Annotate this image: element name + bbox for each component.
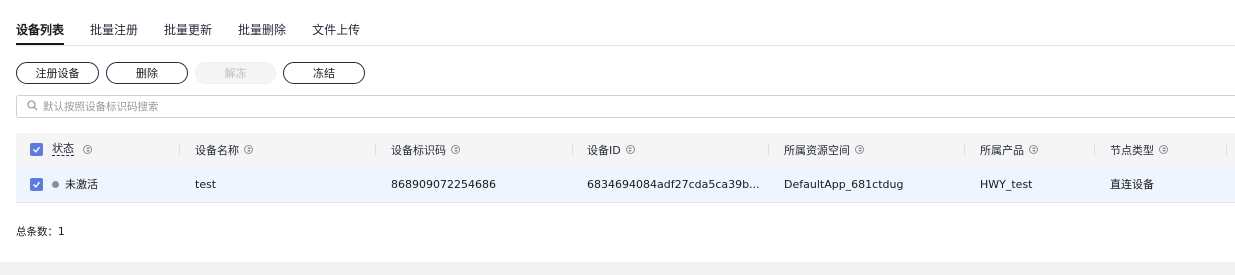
header-node-id-label: 设备标识码 — [391, 143, 446, 157]
tab-divider — [16, 45, 1235, 46]
table-row[interactable]: 未激活 test 868909072254686 6834694084adf27… — [16, 166, 1235, 203]
column-divider — [375, 143, 376, 156]
toolbar: 注册设备 删除 解冻 冻结 — [16, 62, 372, 84]
sort-icon[interactable] — [855, 145, 864, 154]
sort-icon[interactable] — [244, 145, 253, 154]
footer-bar — [0, 262, 1235, 275]
tab-file-upload[interactable]: 文件上传 — [312, 21, 360, 45]
header-device-name-label: 设备名称 — [195, 143, 239, 157]
tab-batch-register[interactable]: 批量注册 — [90, 21, 138, 45]
total-count: 总条数：1 — [16, 226, 65, 238]
unfreeze-button[interactable]: 解冻 — [195, 62, 276, 84]
search-icon — [27, 99, 43, 114]
sort-icon[interactable] — [1159, 145, 1168, 154]
column-divider — [1094, 143, 1095, 156]
sort-icon[interactable] — [1029, 145, 1038, 154]
freeze-button[interactable]: 冻结 — [283, 62, 365, 84]
column-divider — [572, 143, 573, 156]
header-device-id-label: 设备ID — [587, 143, 621, 157]
cell-node-id-link[interactable]: 868909072254686 — [391, 166, 496, 202]
cell-resource-space: DefaultApp_681ctdug — [784, 177, 904, 191]
cell-node-type: 直连设备 — [1110, 178, 1154, 191]
column-divider — [1226, 143, 1227, 156]
tab-device-list[interactable]: 设备列表 — [16, 21, 65, 45]
header-node-id: 设备标识码 — [391, 133, 460, 166]
row-checkbox[interactable] — [30, 177, 43, 191]
cell-product: HWY_test — [980, 177, 1033, 191]
check-icon — [33, 146, 41, 153]
header-status: 状态 — [30, 133, 92, 166]
sort-icon[interactable] — [83, 145, 92, 154]
status-dot-icon — [52, 180, 59, 188]
header-status-label: 状态 — [52, 142, 74, 156]
cell-device-id: 6834694084adf27cda5ca39b... — [587, 177, 760, 191]
column-divider — [179, 143, 180, 156]
select-all-checkbox[interactable] — [30, 143, 43, 156]
header-resource-space-label: 所属资源空间 — [784, 143, 850, 157]
search-input[interactable] — [43, 100, 643, 113]
header-product-label: 所属产品 — [980, 143, 1024, 157]
column-divider — [768, 143, 769, 156]
header-node-type: 节点类型 — [1110, 133, 1168, 166]
header-device-id: 设备ID — [587, 133, 635, 166]
header-product: 所属产品 — [980, 133, 1038, 166]
tab-bar: 设备列表 批量注册 批量更新 批量删除 文件上传 — [16, 21, 386, 45]
status-text: 未激活 — [65, 178, 98, 191]
header-node-type-label: 节点类型 — [1110, 143, 1154, 157]
tab-batch-delete[interactable]: 批量删除 — [238, 21, 286, 45]
tab-batch-update[interactable]: 批量更新 — [164, 21, 212, 45]
table-header: 状态 设备名称 设备标识码 设备ID 所属资源空间 所属产品 节点类型 — [16, 133, 1235, 166]
sort-icon[interactable] — [451, 145, 460, 154]
check-icon — [33, 181, 41, 188]
search-box — [16, 95, 1235, 118]
cell-device-name: test — [195, 177, 217, 191]
header-device-name: 设备名称 — [195, 133, 253, 166]
cell-status: 未激活 — [30, 166, 98, 202]
header-resource-space: 所属资源空间 — [784, 133, 864, 166]
sort-icon[interactable] — [625, 145, 635, 154]
delete-button[interactable]: 删除 — [106, 62, 188, 84]
column-divider — [964, 143, 965, 156]
register-device-button[interactable]: 注册设备 — [16, 62, 99, 84]
